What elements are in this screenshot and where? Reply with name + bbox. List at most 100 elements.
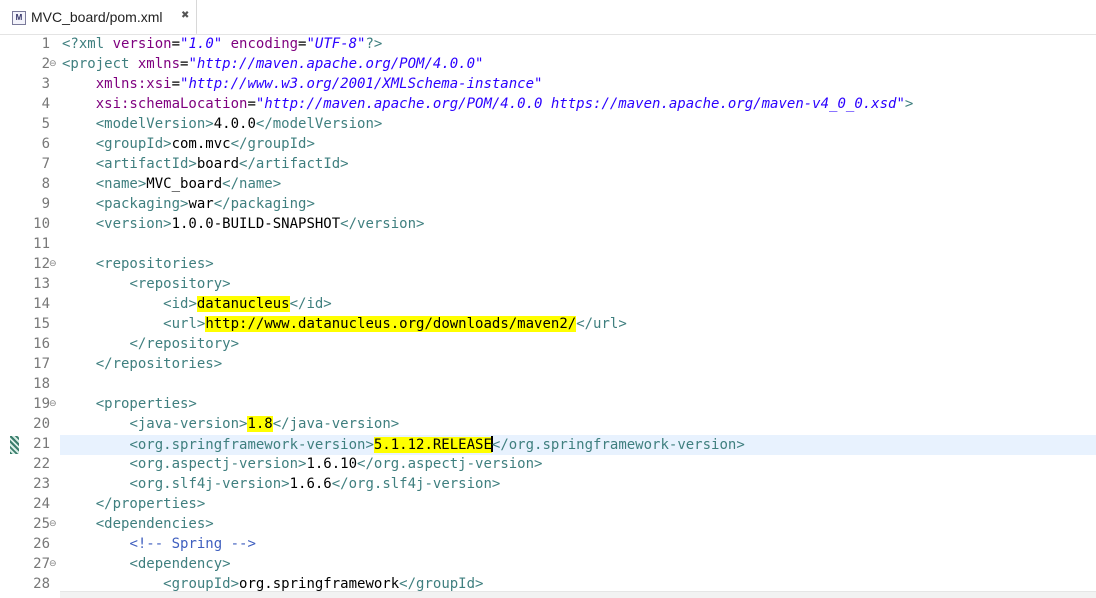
code-token: <modelVersion>: [95, 116, 214, 132]
code-line[interactable]: 10 <version>1.0.0-BUILD-SNAPSHOT</versio…: [0, 215, 1096, 235]
code-line[interactable]: 6 <groupId>com.mvc</groupId>: [0, 135, 1096, 155]
code-line[interactable]: 12 ⊖ <repositories>: [0, 255, 1096, 275]
code-line[interactable]: 11: [0, 235, 1096, 255]
code-token: </artifactId>: [239, 156, 349, 172]
code-line[interactable]: 17 </repositories>: [0, 355, 1096, 375]
code-text: <id>datanucleus</id>: [62, 296, 332, 312]
code-token: <artifactId>: [95, 156, 197, 172]
code-line[interactable]: 14 <id>datanucleus</id>: [0, 295, 1096, 315]
code-token: >: [904, 96, 914, 112]
code-line[interactable]: 27 ⊖ <dependency>: [0, 555, 1096, 575]
code-token: </org.springframework-version>: [491, 437, 745, 453]
code-line[interactable]: 13 <repository>: [0, 275, 1096, 295]
code-line[interactable]: 21 <org.springframework-version>5.1.12.R…: [0, 435, 1096, 455]
code-token: "http://www.w3.org/2001/XMLSchema-instan…: [180, 76, 543, 92]
editor-tab-pom-xml[interactable]: M MVC_board/pom.xml ✖: [0, 0, 197, 35]
code-line[interactable]: 5 <modelVersion>4.0.0</modelVersion>: [0, 115, 1096, 135]
code-token: encoding: [222, 36, 299, 52]
code-text: <version>1.0.0-BUILD-SNAPSHOT</version>: [62, 216, 425, 232]
code-text: <url>http://www.datanucleus.org/download…: [62, 316, 627, 332]
close-icon[interactable]: ✖: [181, 10, 189, 21]
code-text: <properties>: [62, 396, 197, 412]
code-line[interactable]: 3 xmlns:xsi="http://www.w3.org/2001/XMLS…: [0, 75, 1096, 95]
line-number: 12: [33, 256, 50, 272]
code-token: version: [112, 36, 172, 52]
code-token: <dependency>: [129, 556, 231, 572]
line-number: 23: [33, 476, 50, 492]
highlighted-text: http://www.datanucleus.org/downloads/mav…: [205, 316, 577, 332]
code-line[interactable]: 26 <!-- Spring -->: [0, 535, 1096, 555]
code-token: <repository>: [129, 276, 231, 292]
code-token: <org.slf4j-version>: [129, 476, 290, 492]
code-token: </name>: [222, 176, 282, 192]
line-number: 5: [41, 116, 50, 132]
code-token: xsi:schemaLocation: [95, 96, 248, 112]
code-line[interactable]: 25 ⊖ <dependencies>: [0, 515, 1096, 535]
fold-toggle-icon[interactable]: ⊖: [49, 399, 57, 409]
code-token: </modelVersion>: [255, 116, 383, 132]
code-token: <project: [62, 56, 138, 72]
code-line[interactable]: 23 <org.slf4j-version>1.6.6</org.slf4j-v…: [0, 475, 1096, 495]
code-line[interactable]: 16 </repository>: [0, 335, 1096, 355]
line-number: 15: [33, 316, 50, 332]
code-line[interactable]: 2 ⊖ <project xmlns="http://maven.apache.or…: [0, 55, 1096, 75]
fold-toggle-icon[interactable]: ⊖: [49, 59, 57, 69]
code-line[interactable]: 4 xsi:schemaLocation="http://maven.apach…: [0, 95, 1096, 115]
code-token: </version>: [340, 216, 425, 232]
highlighted-text: datanucleus: [196, 296, 290, 312]
code-token: org.springframework: [239, 576, 400, 591]
code-token: board: [196, 156, 240, 172]
code-line[interactable]: 1 <?xml version="1.0" encoding="UTF-8"?>: [0, 35, 1096, 55]
code-text: <org.aspectj-version>1.6.10</org.aspectj…: [62, 456, 542, 472]
code-line[interactable]: 15 <url>http://www.datanucleus.org/downl…: [0, 315, 1096, 335]
code-line[interactable]: 9 <packaging>war</packaging>: [0, 195, 1096, 215]
code-token: <packaging>: [95, 196, 189, 212]
code-line[interactable]: 18: [0, 375, 1096, 395]
code-line[interactable]: 28 <groupId>org.springframework</groupId…: [0, 575, 1096, 591]
fold-toggle-icon[interactable]: ⊖: [49, 259, 57, 269]
code-line[interactable]: 19 ⊖ <properties>: [0, 395, 1096, 415]
line-number: 1: [41, 36, 50, 52]
code-line[interactable]: 8 <name>MVC_board</name>: [0, 175, 1096, 195]
fold-toggle-icon[interactable]: ⊖: [49, 559, 57, 569]
code-line[interactable]: 22 <org.aspectj-version>1.6.10</org.aspe…: [0, 455, 1096, 475]
code-token: <repositories>: [95, 256, 214, 272]
code-text: <java-version>1.8</java-version>: [62, 416, 399, 432]
code-text: <project xmlns="http://maven.apache.org/…: [62, 56, 483, 72]
maven-file-icon: M: [12, 11, 26, 25]
code-token: </java-version>: [272, 416, 400, 432]
fold-toggle-icon[interactable]: ⊖: [49, 519, 57, 529]
code-token: <dependencies>: [95, 516, 214, 532]
code-token: "1.0": [180, 36, 223, 52]
code-text: <dependencies>: [62, 516, 214, 532]
editor-tab-bar: M MVC_board/pom.xml ✖: [0, 0, 1096, 35]
code-token: =: [171, 36, 181, 52]
line-number: 16: [33, 336, 50, 352]
code-token: =: [171, 76, 181, 92]
code-line[interactable]: 7 <artifactId>board</artifactId>: [0, 155, 1096, 175]
code-text: xsi:schemaLocation="http://maven.apache.…: [62, 96, 914, 112]
code-line[interactable]: 24 </properties>: [0, 495, 1096, 515]
code-line[interactable]: 20 <java-version>1.8</java-version>: [0, 415, 1096, 435]
line-number: 27: [33, 556, 50, 572]
code-token: <org.aspectj-version>: [129, 456, 307, 472]
code-token: </groupId>: [230, 136, 315, 152]
line-number: 9: [41, 196, 50, 212]
code-editor[interactable]: 1 <?xml version="1.0" encoding="UTF-8"?> 2…: [0, 35, 1096, 591]
